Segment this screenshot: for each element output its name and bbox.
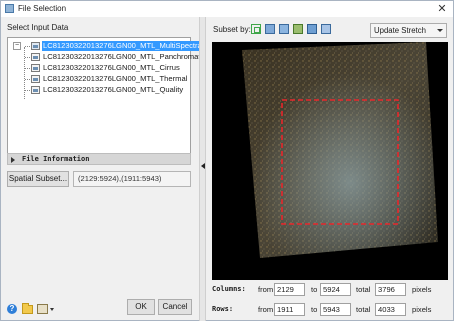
rows-label: Rows: [212, 305, 234, 313]
columns-total-label: total [356, 285, 371, 294]
help-icon[interactable]: ? [7, 304, 17, 314]
tree-connector [24, 47, 25, 99]
right-pane: Subset by: Update Stretch Columns: from … [206, 17, 454, 321]
ok-button[interactable]: OK [127, 299, 155, 315]
subset-vector-icon[interactable] [307, 24, 317, 34]
subset-reset-icon[interactable] [321, 24, 331, 34]
rows-to-label: to [311, 305, 318, 314]
cancel-button[interactable]: Cancel [158, 299, 192, 315]
rows-row: Rows: from 1911 to 5943 total 4033 pixel… [212, 303, 452, 317]
tree-item-label: LC81230322013276LGN00_MTL_Panchromatic [43, 52, 206, 61]
raster-image-icon [31, 42, 40, 50]
rows-from-input[interactable]: 1911 [274, 303, 305, 316]
columns-unit-label: pixels [412, 285, 432, 294]
expand-triangle-icon [11, 157, 15, 163]
tree-item-label: LC81230322013276LGN00_MTL_Quality [43, 85, 184, 94]
tree-item-label: LC81230322013276LGN00_MTL_Thermal [43, 74, 188, 83]
spatial-subset-button[interactable]: Spatial Subset... [7, 171, 69, 187]
raster-image-icon [31, 53, 40, 61]
columns-to-label: to [311, 285, 318, 294]
chevron-down-icon [437, 29, 443, 32]
select-input-data-label: Select Input Data [7, 23, 69, 32]
rows-total-label: total [356, 305, 371, 314]
rows-total-field: 4033 [375, 303, 406, 316]
tree-item-label: LC81230322013276LGN00_MTL_Cirrus [43, 63, 180, 72]
rows-unit-label: pixels [412, 305, 432, 314]
subset-roi-icon[interactable] [293, 24, 303, 34]
pane-splitter[interactable] [199, 17, 206, 321]
subset-file-icon[interactable] [265, 24, 275, 34]
file-information-toggle[interactable]: File Information [7, 153, 191, 165]
rows-to-input[interactable]: 5943 [320, 303, 351, 316]
columns-row: Columns: from 2129 to 5924 total 3796 pi… [212, 283, 452, 297]
tree-item-label: LC81230322013276LGN00_MTL_MultiSpectral [42, 41, 205, 51]
rows-from-label: from [258, 305, 274, 314]
raster-image-icon [31, 75, 40, 83]
raster-image-icon [31, 86, 40, 94]
collapse-arrow-icon[interactable] [201, 163, 205, 169]
raster-image-icon [31, 64, 40, 72]
left-pane: Select Input Data − LC81230322013276LGN0… [1, 17, 206, 321]
columns-total-field: 3796 [375, 283, 406, 296]
columns-from-input[interactable]: 2129 [274, 283, 305, 296]
close-icon[interactable]: ✕ [435, 2, 449, 16]
title-bar: File Selection ✕ [1, 1, 453, 17]
tools-icon[interactable] [37, 304, 48, 314]
app-icon [5, 4, 14, 13]
update-stretch-dropdown[interactable]: Update Stretch [370, 23, 447, 38]
columns-from-label: from [258, 285, 274, 294]
dropdown-caret-icon[interactable] [50, 308, 54, 311]
subset-map-icon[interactable] [279, 24, 289, 34]
stretch-select-value: Update Stretch [374, 26, 427, 35]
subset-rectangle-icon[interactable] [251, 24, 261, 34]
satellite-preview-image [212, 42, 448, 280]
spatial-subset-field: (2129:5924),(1911:5943) [73, 171, 191, 187]
subset-by-label: Subset by: [213, 25, 251, 34]
open-folder-icon[interactable] [22, 303, 33, 314]
columns-label: Columns: [212, 285, 246, 293]
image-preview[interactable] [212, 42, 448, 280]
collapse-icon[interactable]: − [13, 42, 21, 50]
window-title: File Selection [18, 4, 67, 13]
columns-to-input[interactable]: 5924 [320, 283, 351, 296]
file-information-label: File Information [22, 155, 90, 163]
file-selection-dialog: File Selection ✕ Select Input Data − LC8… [0, 0, 454, 321]
input-data-tree[interactable]: − LC81230322013276LGN00_MTL_MultiSpectra… [7, 37, 206, 163]
